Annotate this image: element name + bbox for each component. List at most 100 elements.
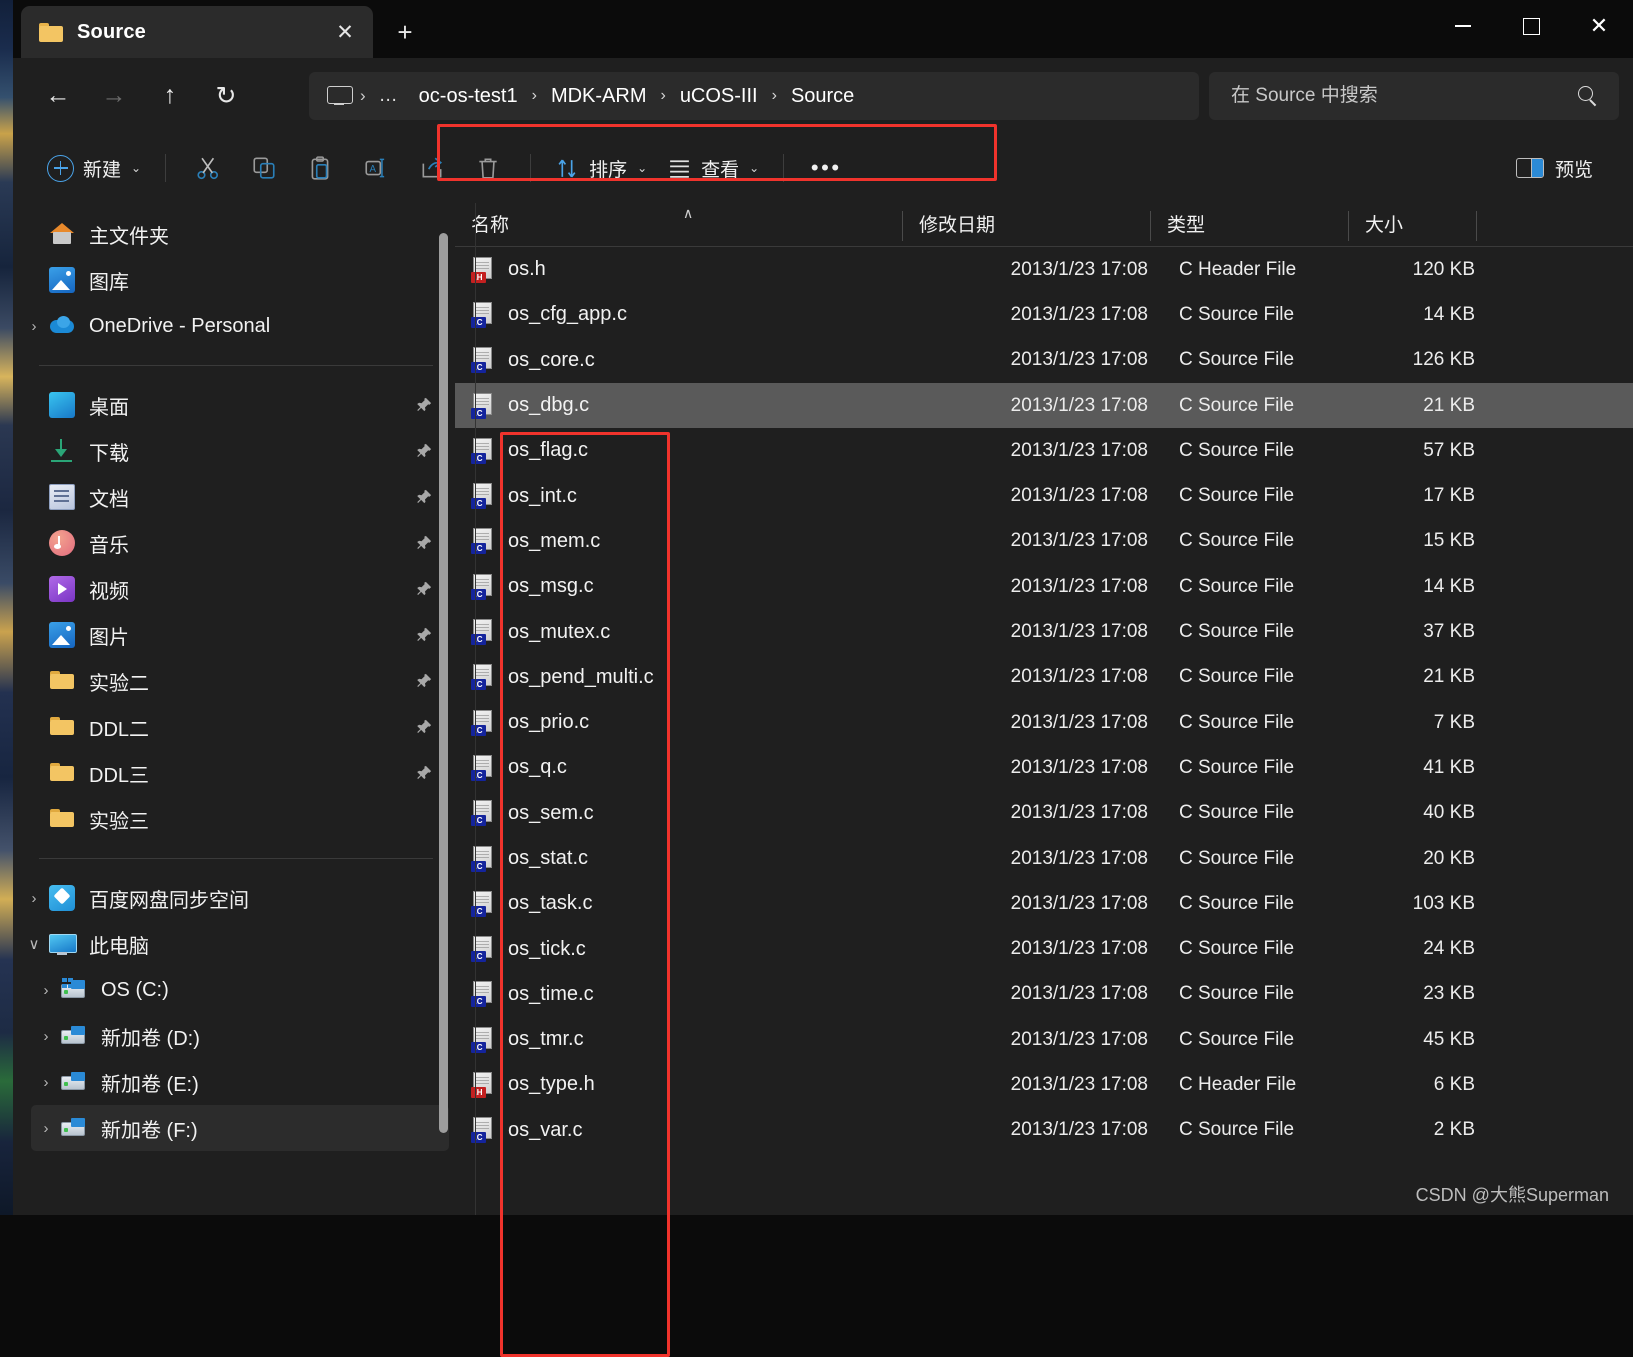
table-row[interactable]: .C os_time.c 2013/1/23 17:08 C Source File 2…: [455, 972, 1633, 1017]
file-type-cell: C Source File: [1179, 621, 1295, 643]
new-button[interactable]: 新建 ⌄: [37, 147, 151, 189]
tab-source[interactable]: Source ✕: [21, 6, 373, 58]
arrow-right-icon[interactable]: →: [93, 75, 135, 117]
chevron-right-icon[interactable]: ›: [31, 1074, 61, 1091]
sidebar-item-1-8[interactable]: DDL三: [19, 750, 449, 796]
sidebar-item-2-1[interactable]: ∨ 此电脑: [19, 921, 449, 967]
table-row[interactable]: .C os_int.c 2013/1/23 17:08 C Source File 17…: [455, 473, 1633, 518]
table-row[interactable]: .H os.h 2013/1/23 17:08 C Header File 120 KB: [455, 247, 1633, 292]
sidebar-item-0-0[interactable]: 主文件夹: [19, 211, 449, 257]
maximize-icon[interactable]: [1497, 0, 1565, 52]
search-icon[interactable]: [1577, 85, 1599, 107]
arrow-left-icon[interactable]: ←: [37, 75, 79, 117]
column-header-name[interactable]: 名称: [455, 203, 903, 246]
sort-button[interactable]: 排序 ⌄: [545, 147, 657, 189]
file-name-label: os_tick.c: [508, 937, 586, 960]
table-row[interactable]: .C os_sem.c 2013/1/23 17:08 C Source File 40…: [455, 791, 1633, 836]
sidebar-item-2-4[interactable]: › 新加卷 (E:): [31, 1059, 449, 1105]
monitor-icon[interactable]: [327, 86, 353, 106]
table-row[interactable]: .C os_stat.c 2013/1/23 17:08 C Source File 2…: [455, 836, 1633, 881]
paste-button[interactable]: [292, 146, 348, 190]
chevron-right-icon[interactable]: ›: [31, 1120, 61, 1137]
arrow-up-icon[interactable]: ↑: [149, 75, 191, 117]
breadcrumb-overflow-button[interactable]: …: [375, 85, 403, 107]
breadcrumb-item-0[interactable]: oc-os-test1: [411, 81, 526, 112]
chevron-right-icon[interactable]: ›: [31, 982, 61, 999]
sidebar-item-label: 图片: [89, 626, 129, 649]
close-icon[interactable]: ✕: [331, 18, 359, 46]
pin-icon[interactable]: [415, 534, 433, 552]
pin-icon[interactable]: [415, 442, 433, 460]
sidebar-item-1-6[interactable]: 实验二: [19, 658, 449, 704]
table-row[interactable]: .C os_msg.c 2013/1/23 17:08 C Source File 14…: [455, 564, 1633, 609]
pin-icon[interactable]: [415, 488, 433, 506]
sidebar-item-2-5[interactable]: › 新加卷 (F:): [31, 1105, 449, 1151]
table-row[interactable]: .C os_prio.c 2013/1/23 17:08 C Source File 7…: [455, 700, 1633, 745]
pin-icon[interactable]: [415, 672, 433, 690]
table-row[interactable]: .C os_mutex.c 2013/1/23 17:08 C Source File…: [455, 609, 1633, 654]
column-header-date-modified[interactable]: 修改日期: [903, 203, 1151, 246]
table-row[interactable]: .C os_mem.c 2013/1/23 17:08 C Source File 15…: [455, 519, 1633, 564]
sidebar-item-0-1[interactable]: 图库: [19, 257, 449, 303]
table-row[interactable]: .C os_core.c 2013/1/23 17:08 C Source File 1…: [455, 338, 1633, 383]
sidebar-item-0-2[interactable]: › OneDrive - Personal: [19, 303, 449, 349]
table-row[interactable]: .C os_tmr.c 2013/1/23 17:08 C Source File 45…: [455, 1017, 1633, 1062]
sidebar-item-1-2[interactable]: 文档: [19, 474, 449, 520]
chevron-right-icon[interactable]: ›: [19, 318, 49, 335]
file-size-cell: 103 KB: [1412, 892, 1475, 914]
sidebar-item-1-0[interactable]: 桌面: [19, 382, 449, 428]
table-row[interactable]: .C os_task.c 2013/1/23 17:08 C Source File 1…: [455, 881, 1633, 926]
plus-circle-icon: [47, 154, 74, 182]
sidebar-item-1-1[interactable]: 下载: [19, 428, 449, 474]
table-row[interactable]: .C os_dbg.c 2013/1/23 17:08 C Source File 21…: [455, 382, 1633, 429]
address-bar[interactable]: › … oc-os-test1 › MDK-ARM › uCOS-III › S…: [309, 72, 1199, 120]
sidebar-item-2-2[interactable]: › OS (C:): [31, 967, 449, 1013]
sidebar-item-2-3[interactable]: › 新加卷 (D:): [31, 1013, 449, 1059]
column-header-type[interactable]: 类型: [1151, 203, 1349, 246]
cut-button[interactable]: [180, 146, 236, 190]
table-row[interactable]: .C os_flag.c 2013/1/23 17:08 C Source File 5…: [455, 428, 1633, 473]
chevron-down-icon[interactable]: ∨: [19, 935, 49, 953]
refresh-icon[interactable]: ↻: [205, 75, 247, 117]
table-row[interactable]: .H os_type.h 2013/1/23 17:08 C Header File 6…: [455, 1062, 1633, 1107]
pin-icon[interactable]: [415, 764, 433, 782]
column-header-size[interactable]: 大小: [1349, 203, 1477, 246]
plus-icon[interactable]: +: [388, 17, 422, 47]
view-button[interactable]: 查看 ⌄: [657, 147, 769, 189]
pin-icon[interactable]: [415, 580, 433, 598]
drive-icon: [61, 1069, 87, 1095]
sidebar-item-1-5[interactable]: 图片: [19, 612, 449, 658]
preview-pane-button[interactable]: 预览: [1506, 147, 1603, 189]
sidebar-item-1-3[interactable]: 音乐: [19, 520, 449, 566]
close-icon[interactable]: ✕: [1565, 0, 1633, 52]
more-options-button[interactable]: •••: [798, 146, 854, 190]
copy-button[interactable]: [236, 146, 292, 190]
sidebar-scrollbar[interactable]: [438, 233, 449, 1163]
pin-icon[interactable]: [415, 626, 433, 644]
breadcrumb-separator: ›: [360, 86, 366, 105]
delete-button[interactable]: [460, 146, 516, 190]
sidebar-scrollbar-thumb[interactable]: [439, 233, 448, 1133]
search-box[interactable]: [1209, 72, 1619, 120]
breadcrumb-item-1[interactable]: MDK-ARM: [543, 81, 655, 112]
sidebar-item-1-7[interactable]: DDL二: [19, 704, 449, 750]
share-button[interactable]: [404, 146, 460, 190]
table-row[interactable]: .C os_q.c 2013/1/23 17:08 C Source File 41 K…: [455, 745, 1633, 790]
chevron-right-icon[interactable]: ›: [31, 1028, 61, 1045]
minimize-icon[interactable]: [1429, 0, 1497, 52]
pin-icon[interactable]: [415, 718, 433, 736]
rename-button[interactable]: A: [348, 146, 404, 190]
table-row[interactable]: .C os_var.c 2013/1/23 17:08 C Source File 2 …: [455, 1108, 1633, 1153]
sidebar-item-2-0[interactable]: › 百度网盘同步空间: [19, 875, 449, 921]
table-row[interactable]: .C os_pend_multi.c 2013/1/23 17:08 C Source…: [455, 655, 1633, 700]
table-row[interactable]: .C os_tick.c 2013/1/23 17:08 C Source File 2…: [455, 926, 1633, 971]
sidebar-item-1-9[interactable]: 实验三: [19, 796, 449, 842]
search-input[interactable]: [1231, 85, 1577, 107]
breadcrumb-item-2[interactable]: uCOS-III: [672, 81, 766, 112]
sidebar-item-label: 视频: [89, 580, 129, 603]
chevron-right-icon[interactable]: ›: [19, 890, 49, 907]
table-row[interactable]: .C os_cfg_app.c 2013/1/23 17:08 C Source Fi…: [455, 292, 1633, 337]
breadcrumb-item-3[interactable]: Source: [783, 81, 862, 112]
sidebar-item-1-4[interactable]: 视频: [19, 566, 449, 612]
pin-icon[interactable]: [415, 396, 433, 414]
